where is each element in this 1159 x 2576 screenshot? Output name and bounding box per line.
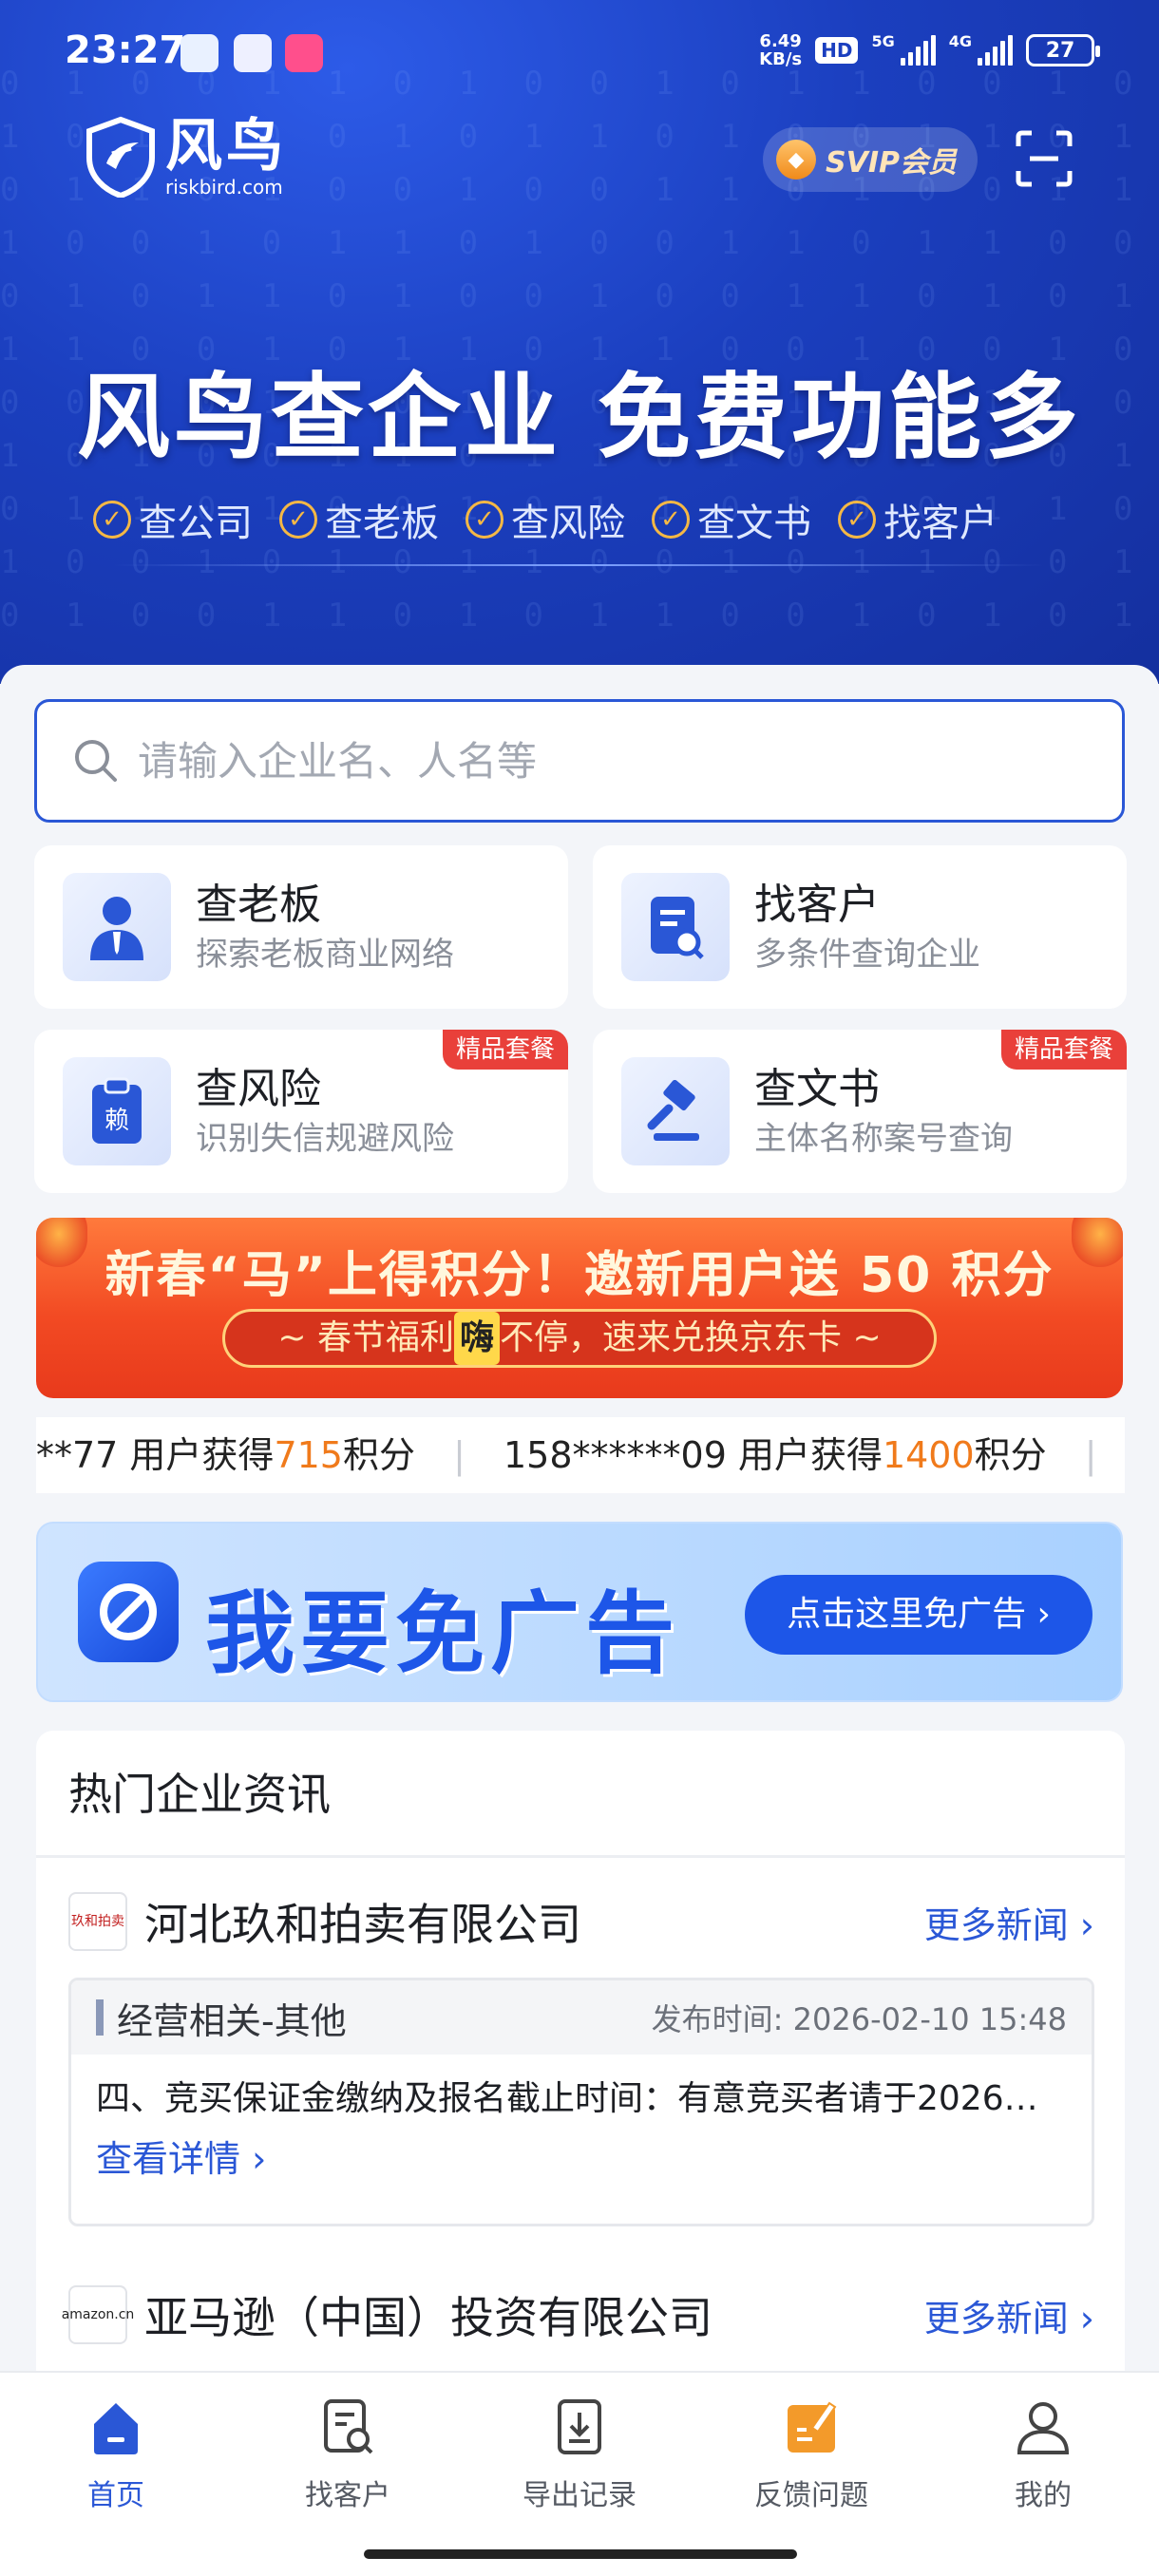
check-icon: ✓ — [279, 501, 317, 539]
feature-item: ✓ 查文书 — [652, 492, 811, 547]
shield-logo-icon — [86, 116, 155, 198]
tile-risk[interactable]: 赖 查风险识别失信规避风险 精品套餐 — [34, 1030, 568, 1193]
search-box[interactable] — [34, 699, 1125, 823]
profile-icon — [1016, 2402, 1070, 2454]
company-name: 河北玖和拍卖有限公司 — [144, 1899, 581, 1950]
no-ads-button[interactable]: 点击这里免广告 › — [745, 1575, 1092, 1655]
check-icon: ✓ — [466, 501, 504, 539]
app-notification-icon — [234, 34, 272, 72]
tile-subtitle: 识别失信规避风险 — [196, 1120, 454, 1158]
feature-item: ✓ 查风险 — [466, 492, 625, 547]
tab-find-customer[interactable]: 找客户 — [232, 2373, 464, 2532]
tile-documents[interactable]: 查文书主体名称案号查询 精品套餐 — [593, 1030, 1127, 1193]
clipboard-risk-icon: 赖 — [63, 1057, 171, 1165]
net-speed: 6.49 KB/s — [759, 31, 803, 69]
tile-title: 找客户 — [754, 881, 880, 929]
ticker-item: **77 用户获得715积分 — [36, 1434, 415, 1476]
tile-subtitle: 多条件查询企业 — [754, 936, 980, 974]
tile-title: 查老板 — [196, 881, 321, 929]
check-icon: ✓ — [93, 501, 131, 539]
no-ads-icon — [78, 1562, 179, 1662]
feature-item: ✓ 找客户 — [838, 492, 998, 547]
company-name: 亚马逊（中国）投资有限公司 — [144, 2292, 712, 2343]
app-notification-icon — [285, 34, 323, 72]
tab-label: 首页 — [87, 2479, 144, 2512]
more-news-link[interactable]: 更多新闻 › — [924, 1896, 1094, 1948]
app-notification-icon — [180, 34, 218, 72]
hero-divider — [114, 564, 1045, 566]
app-logo: 风鸟 riskbird.com — [84, 116, 287, 198]
hero-slogan: 风鸟查企业 免费功能多 — [76, 364, 1083, 472]
tab-label: 反馈问题 — [754, 2479, 868, 2512]
logo-domain: riskbird.com — [165, 176, 283, 199]
status-time: 23:27 — [65, 28, 186, 72]
news-heading: 热门企业资讯 — [36, 1731, 1125, 1858]
tab-feedback[interactable]: 反馈问题 — [695, 2373, 927, 2532]
premium-badge: 精品套餐 — [442, 1030, 568, 1070]
tab-home[interactable]: 首页 — [0, 2373, 232, 2532]
scan-icon[interactable] — [1015, 129, 1074, 188]
signal-icon — [978, 35, 1013, 66]
check-icon: ✓ — [652, 501, 690, 539]
news-company-row[interactable]: 玖和拍卖 河北玖和拍卖有限公司 更多新闻 › — [68, 1888, 1094, 1955]
find-customer-icon — [324, 2399, 373, 2454]
main-content: 查老板探索老板商业网络 找客户多条件查询企业 赖 查风险识别失信规避风险 精品套… — [0, 665, 1159, 2576]
more-news-link[interactable]: 更多新闻 › — [924, 2289, 1094, 2341]
news-card[interactable]: 经营相关-其他 发布时间: 2026-02-10 15:48 四、竞买保证金缴纳… — [68, 1978, 1094, 2226]
svip-button[interactable]: ◆ SVIP会员 — [763, 127, 978, 192]
tab-label: 我的 — [1015, 2479, 1072, 2512]
feature-item: ✓ 查公司 — [93, 492, 253, 547]
tile-boss[interactable]: 查老板探索老板商业网络 — [34, 845, 568, 1009]
feedback-icon — [788, 2401, 837, 2453]
home-icon — [94, 2403, 138, 2454]
hot-news-section: 热门企业资讯 玖和拍卖 河北玖和拍卖有限公司 更多新闻 › 经营相关-其他 发布… — [36, 1731, 1125, 2396]
promo-title: 新春“马”上得积分！邀新用户送 50 积分 — [104, 1247, 1054, 1304]
no-ads-banner[interactable]: 我要免广告 点击这里免广告 › — [36, 1522, 1123, 1702]
tile-subtitle: 探索老板商业网络 — [196, 936, 454, 974]
bottom-tab-bar: 首页 找客户 导出记录 反馈问题 我的 — [0, 2371, 1159, 2532]
tab-label: 导出记录 — [522, 2479, 636, 2512]
tab-label: 找客户 — [305, 2479, 390, 2512]
tile-title: 查文书 — [754, 1065, 880, 1113]
company-logo: amazon.cn — [62, 2285, 134, 2344]
gavel-icon — [621, 1057, 730, 1165]
feature-item: ✓ 查老板 — [279, 492, 439, 547]
company-logo: 玖和拍卖 — [68, 1892, 127, 1951]
premium-badge: 精品套餐 — [1000, 1030, 1127, 1070]
tile-find-customer[interactable]: 找客户多条件查询企业 — [593, 845, 1127, 1009]
svip-label: SVIP会员 — [826, 146, 957, 180]
tab-profile[interactable]: 我的 — [927, 2373, 1159, 2532]
tile-subtitle: 主体名称案号查询 — [754, 1120, 1013, 1158]
status-right: 6.49 KB/s HD 5G 4G 27 — [759, 31, 1100, 69]
hd-icon: HD — [815, 37, 859, 64]
no-ads-title: 我要免广告 — [205, 1582, 681, 1686]
check-icon: ✓ — [838, 501, 876, 539]
news-time: 发布时间: 2026-02-10 15:48 — [651, 2001, 1067, 2037]
search-input[interactable] — [138, 737, 993, 785]
spring-promo-banner[interactable]: 新春“马”上得积分！邀新用户送 50 积分 ~ 春节福利嗨不停，速来兑换京东卡 … — [36, 1218, 1123, 1398]
logo-name: 风鸟 — [165, 113, 287, 180]
status-bar: 23:27 6.49 KB/s HD 5G 4G 27 — [0, 0, 1159, 106]
promo-subtitle: ~ 春节福利嗨不停，速来兑换京东卡 ~ — [222, 1309, 937, 1368]
ticker-item: 158******09 用户获得1400积分 — [503, 1434, 1047, 1476]
boss-icon — [63, 873, 171, 981]
search-icon — [75, 740, 117, 782]
tile-title: 查风险 — [196, 1065, 321, 1113]
battery-icon: 27 — [1026, 34, 1100, 66]
tab-export[interactable]: 导出记录 — [464, 2373, 695, 2532]
news-excerpt: 四、竞买保证金缴纳及报名截止时间：有意竞买者请于2026年… — [96, 2079, 1073, 2118]
news-company-row[interactable]: amazon.cn 亚马逊（中国）投资有限公司 更多新闻 › — [62, 2282, 1094, 2348]
news-card-header: 经营相关-其他 发布时间: 2026-02-10 15:48 — [71, 1980, 1092, 2055]
diamond-icon: ◆ — [776, 140, 816, 180]
svg-text:赖: 赖 — [104, 1107, 129, 1135]
feature-list: ✓ 查公司 ✓ 查老板 ✓ 查风险 ✓ 查文书 ✓ 找客户 — [93, 492, 998, 547]
find-customer-icon — [621, 873, 730, 981]
points-ticker: **77 用户获得715积分 | 158******09 用户获得1400积分 … — [36, 1417, 1125, 1493]
hero-banner: 0 1 0 0 1 1 0 1 0 0 1 0 1 1 0 0 1 0 1 0 … — [0, 0, 1159, 684]
home-indicator[interactable] — [364, 2549, 797, 2559]
signal-icon — [900, 35, 936, 66]
view-details-link[interactable]: 查看详情 › — [71, 2131, 1092, 2188]
news-category: 经营相关-其他 — [117, 1999, 347, 2042]
export-icon — [558, 2399, 601, 2454]
